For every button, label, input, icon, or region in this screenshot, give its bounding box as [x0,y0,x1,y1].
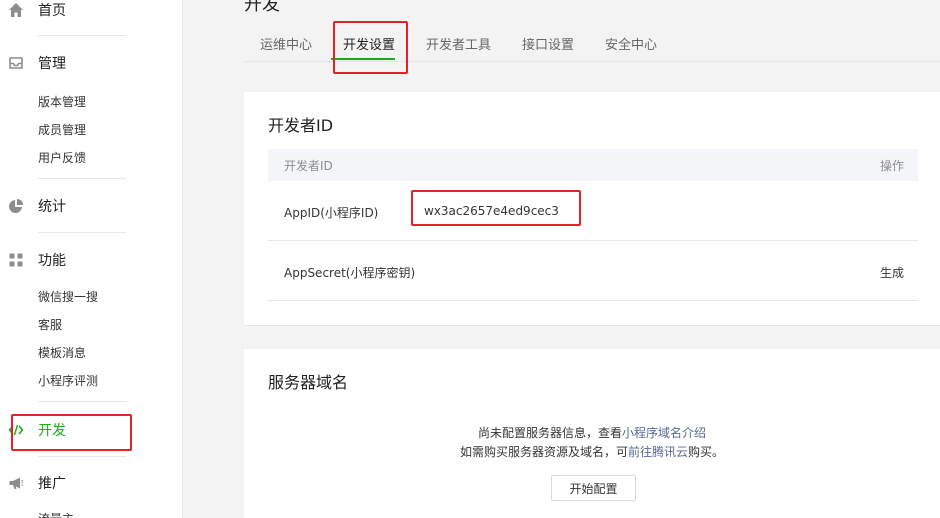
empty-message-line1: 尚未配置服务器信息，查看小程序域名介绍 [244,424,940,441]
tab-bar: 运维中心 开发设置 开发者工具 接口设置 安全中心 [244,21,940,74]
active-tab-indicator [331,58,395,60]
appid-value: wx3ac2657e4ed9cec3 [424,204,559,218]
generate-secret-link[interactable]: 生成 [880,264,904,281]
server-domain-card: 服务器域名 尚未配置服务器信息，查看小程序域名介绍 如需购买服务器资源及域名，可… [244,349,940,518]
sidebar-item-label: 功能 [38,253,66,269]
tab-security-center[interactable]: 安全中心 [605,34,657,53]
domain-intro-link[interactable]: 小程序域名介绍 [622,426,706,440]
tab-ops-center[interactable]: 运维中心 [260,34,312,53]
appsecret-label: AppSecret(小程序密钥) [284,266,416,280]
sidebar-item-label: 推广 [38,476,66,492]
sidebar-item-label: 首页 [38,3,66,19]
sidebar-item-develop[interactable]: 开发 [0,415,183,445]
table-row: AppID(小程序ID) wx3ac2657e4ed9cec3 [268,181,918,241]
divider [38,178,126,179]
megaphone-icon [9,477,24,489]
sidebar-item-label: 统计 [38,199,66,215]
card-title: 开发者ID [268,116,334,135]
sidebar-item-members[interactable]: 成员管理 [38,121,86,139]
sidebar-item-evaluation[interactable]: 小程序评测 [38,372,98,390]
empty-message-text: 尚未配置服务器信息，查看 [477,426,622,440]
appid-label: AppID(小程序ID) [284,206,379,220]
start-config-button[interactable]: 开始配置 [551,475,636,501]
table-row: AppSecret(小程序密钥) 生成 [268,241,918,301]
sidebar: 首页 管理 版本管理 成员管理 用户反馈 统计 功能 微信搜一搜 客服 模板消息… [0,0,183,518]
tab-api-settings[interactable]: 接口设置 [522,34,574,53]
empty-message-text: 购买。 [688,445,725,459]
sidebar-item-home[interactable]: 首页 [0,0,183,25]
divider [38,401,126,402]
empty-message-line2: 如需购买服务器资源及域名，可前往腾讯云购买。 [244,443,940,460]
sidebar-item-traffic[interactable]: 流量主 [38,510,74,518]
sidebar-item-service[interactable]: 客服 [38,316,62,334]
divider [38,232,126,233]
code-icon [8,424,24,436]
pie-chart-icon [9,199,23,213]
sidebar-item-manage[interactable]: 管理 [0,48,183,78]
sidebar-item-promote[interactable]: 推广 [0,468,183,498]
table-header: 开发者ID 操作 [268,149,918,181]
home-icon [9,3,23,17]
sidebar-item-version[interactable]: 版本管理 [38,93,86,111]
column-header: 开发者ID [284,159,333,173]
tab-dev-settings[interactable]: 开发设置 [343,34,395,53]
column-header: 操作 [879,159,904,173]
card-title: 服务器域名 [268,373,349,392]
developer-id-card: 开发者ID 开发者ID 操作 AppID(小程序ID) wx3ac2657e4e… [244,92,940,326]
divider [38,456,126,457]
inbox-icon [9,57,23,69]
divider [38,35,126,36]
tencent-cloud-link[interactable]: 前往腾讯云 [628,445,688,459]
sidebar-item-template-msg[interactable]: 模板消息 [38,344,86,362]
page-title: 开发 [244,0,280,15]
sidebar-item-stats[interactable]: 统计 [0,191,183,221]
empty-message-text: 如需购买服务器资源及域名，可 [459,445,628,459]
sidebar-item-label: 管理 [38,56,66,72]
sidebar-item-label: 开发 [38,423,66,439]
tab-dev-tools[interactable]: 开发者工具 [426,34,491,53]
sidebar-item-search[interactable]: 微信搜一搜 [38,288,98,306]
sidebar-item-feedback[interactable]: 用户反馈 [38,149,86,167]
grid-icon [9,253,23,267]
sidebar-item-features[interactable]: 功能 [0,245,183,275]
